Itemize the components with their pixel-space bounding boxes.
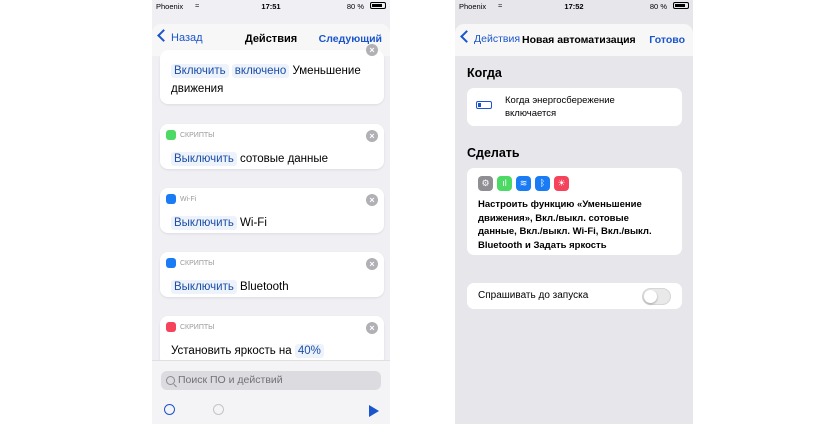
- action-parameter[interactable]: Включить: [171, 64, 229, 78]
- action-text-part: Bluetooth: [236, 281, 289, 293]
- action-card[interactable]: × Включить включено Уменьшение движения: [160, 44, 384, 104]
- action-category: СКРИПТЫ: [180, 259, 215, 267]
- search-input[interactable]: Поиск ПО и действий: [161, 371, 381, 390]
- action-text: Установить яркость на 40%: [171, 342, 374, 360]
- phone-right: Phoenix ≈ 17:52 80 % Действия Новая авто…: [455, 0, 693, 424]
- search-icon: [166, 376, 175, 385]
- toolbar: [152, 399, 390, 421]
- settings-icon: ⚙: [478, 176, 493, 191]
- action-category: СКРИПТЫ: [180, 131, 215, 139]
- low-battery-icon: [476, 101, 492, 109]
- action-parameter[interactable]: Выключить: [171, 152, 237, 166]
- action-icons: ⚙ ıl ≋ ᛒ ☀: [478, 176, 569, 191]
- action-parameter[interactable]: 40%: [294, 344, 324, 358]
- ask-before-running-row: Спрашивать до запуска: [467, 283, 682, 309]
- do-heading: Сделать: [467, 146, 520, 160]
- action-text: Включить включено Уменьшение движения: [171, 62, 374, 98]
- page-title: Новая автоматизация: [522, 34, 636, 46]
- action-category: Wi-Fi: [180, 195, 197, 203]
- ask-label: Спрашивать до запуска: [478, 290, 589, 301]
- battery-icon: [673, 2, 689, 9]
- battery-icon: [370, 2, 386, 9]
- battery-label: 80 %: [346, 2, 364, 11]
- brightness-icon: ☀: [554, 176, 569, 191]
- remove-action-icon[interactable]: ×: [366, 258, 378, 270]
- search-placeholder: Поиск ПО и действий: [178, 374, 283, 386]
- actions-summary-card[interactable]: ⚙ ıl ≋ ᛒ ☀ Настроить функцию «Уменьшение дви…: [467, 168, 682, 255]
- action-card[interactable]: Wi-Fi × Выключить Wi-Fi: [160, 188, 384, 233]
- action-text: Выключить Wi-Fi: [171, 214, 374, 232]
- trigger-text: Когда энергосбережение включается: [505, 95, 615, 119]
- wifi-icon: ≋: [516, 176, 531, 191]
- bottom-panel: Поиск ПО и действий: [152, 360, 390, 424]
- action-category: СКРИПТЫ: [180, 323, 215, 331]
- brightness-icon: [166, 322, 176, 332]
- undo-icon[interactable]: [164, 404, 175, 415]
- actions-summary-text: Настроить функцию «Уменьшение движения»,…: [478, 199, 652, 251]
- remove-action-icon[interactable]: ×: [366, 194, 378, 206]
- action-text-part: Wi-Fi: [236, 217, 267, 229]
- action-text-part: Установить яркость на: [171, 345, 295, 357]
- status-bar: Phoenix ≈ 17:51 80 %: [152, 0, 390, 12]
- redo-icon[interactable]: [213, 404, 224, 415]
- action-parameter[interactable]: включено: [231, 64, 290, 78]
- done-button[interactable]: Готово: [649, 34, 685, 46]
- remove-action-icon[interactable]: ×: [366, 322, 378, 334]
- remove-action-icon[interactable]: ×: [366, 44, 378, 56]
- action-parameter[interactable]: Выключить: [171, 216, 237, 230]
- nav-bar: Действия Новая автоматизация Готово: [455, 24, 693, 56]
- when-heading: Когда: [467, 66, 502, 80]
- action-text: Выключить сотовые данные: [171, 150, 374, 168]
- action-card[interactable]: СКРИПТЫ × Установить яркость на 40%: [160, 316, 384, 366]
- back-label: Действия: [474, 33, 521, 45]
- bluetooth-icon: ᛒ: [535, 176, 550, 191]
- cellular-icon: ıl: [497, 176, 512, 191]
- action-card[interactable]: СКРИПТЫ × Выключить Bluetooth: [160, 252, 384, 297]
- status-bar: Phoenix ≈ 17:52 80 %: [455, 0, 693, 12]
- trigger-card[interactable]: Когда энергосбережение включается: [467, 88, 682, 126]
- back-button[interactable]: Действия: [460, 30, 521, 45]
- action-text: Выключить Bluetooth: [171, 278, 374, 296]
- action-card[interactable]: СКРИПТЫ × Выключить сотовые данные: [160, 124, 384, 169]
- ask-toggle[interactable]: [642, 288, 671, 305]
- remove-action-icon[interactable]: ×: [366, 130, 378, 142]
- action-text-part: сотовые данные: [236, 153, 329, 165]
- action-parameter[interactable]: Выключить: [171, 280, 237, 294]
- action-card-header: СКРИПТЫ: [166, 322, 214, 332]
- action-card-header: СКРИПТЫ: [166, 130, 214, 140]
- phone-left: Phoenix ≈ 17:51 80 % Назад Действия След…: [152, 0, 390, 424]
- cellular-icon: [166, 130, 176, 140]
- action-card-header: Wi-Fi: [166, 194, 196, 204]
- bluetooth-icon: [166, 258, 176, 268]
- action-card-header: СКРИПТЫ: [166, 258, 214, 268]
- chevron-left-icon: [460, 30, 473, 43]
- battery-label: 80 %: [649, 2, 667, 11]
- wifi-icon: [166, 194, 176, 204]
- play-icon[interactable]: [369, 405, 379, 417]
